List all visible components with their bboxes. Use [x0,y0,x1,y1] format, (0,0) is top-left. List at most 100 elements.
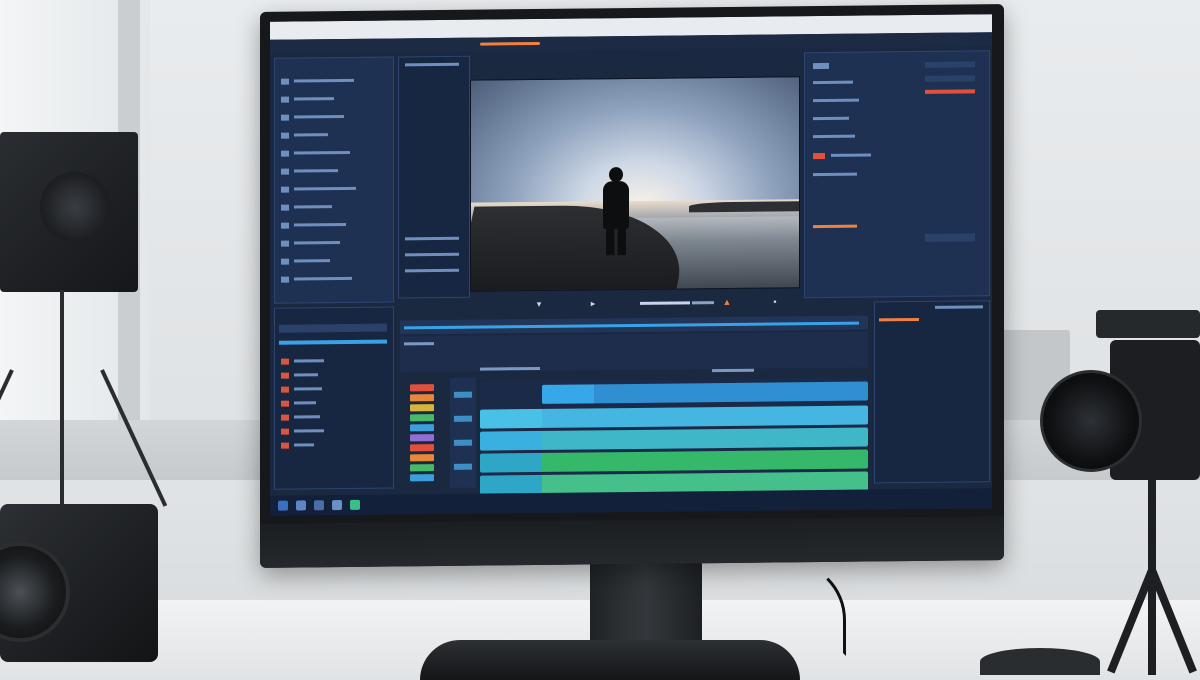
preview-far-shore [689,201,799,213]
audio-panel [874,300,990,484]
file-row[interactable] [281,112,381,123]
track-toggle[interactable] [454,439,472,446]
file-icon [281,168,289,175]
monitor: ▾ ▸ ▲ ▪ [260,4,1004,568]
timeline-toolbar [400,331,868,373]
track-toggle[interactable] [454,463,472,470]
track-color-chip [410,384,434,392]
effects-search-input[interactable] [279,323,387,333]
source-panel-header [405,62,459,67]
timeline-clips [480,377,868,495]
audio-panel-accent [879,317,919,322]
inspector-field[interactable] [925,61,975,68]
taskbar-app-icon[interactable] [296,500,306,511]
effect-icon [281,386,289,393]
timeline-playhead[interactable] [480,382,482,494]
timeline-progress [404,321,859,330]
source-item[interactable] [405,268,459,273]
source-item[interactable] [405,252,459,257]
file-row[interactable] [281,274,381,285]
track-color-chip [410,444,434,452]
effect-item[interactable] [281,426,324,436]
effect-item[interactable] [281,398,316,408]
silhouette-person [609,167,623,183]
effect-icon [281,400,289,407]
file-icon [281,78,289,85]
track-toggle[interactable] [454,391,472,398]
file-name [294,223,346,227]
track-color-chip [410,404,434,412]
inspector-color-chip[interactable] [813,152,825,160]
camera-lens [1040,370,1142,472]
file-icon [281,240,289,247]
track-color-chip [410,424,434,432]
track-color-chip [410,454,434,462]
file-row[interactable] [281,94,381,105]
project-panel [274,56,394,304]
track-header [480,366,540,371]
studio-speaker [0,132,138,292]
source-panel [398,55,470,299]
inspector-row [831,153,871,157]
export-icon[interactable]: ▪ [770,296,780,306]
track-toggle[interactable] [454,415,472,422]
effect-item[interactable] [281,384,322,394]
marker-icon[interactable]: ▾ [534,299,544,309]
track-color-chip [410,474,434,482]
inspector-field[interactable] [925,233,975,242]
effect-item[interactable] [281,440,314,450]
file-row[interactable] [281,220,381,231]
effect-item[interactable] [281,370,318,380]
effect-item[interactable] [281,412,320,422]
file-row[interactable] [281,256,381,267]
file-name [294,115,344,119]
file-row[interactable] [281,148,381,159]
file-name [294,241,340,245]
file-icon [281,132,289,139]
file-row[interactable] [281,202,381,213]
webcam-lens [0,542,70,642]
desk-webcam [0,504,158,662]
effect-item[interactable] [281,356,324,366]
inspector-accent-slider[interactable] [813,224,857,229]
file-icon [281,204,289,211]
file-row[interactable] [281,76,381,87]
silhouette-legs [606,225,626,256]
file-name [294,205,332,209]
track-color-chip [410,434,434,442]
inspector-level-bar[interactable] [925,89,975,94]
inspector-row [813,172,857,177]
file-name [294,259,330,263]
track-color-chip [410,414,434,422]
inspector-field[interactable] [925,75,975,82]
timeline-clip[interactable] [542,381,868,404]
effect-icon [281,428,289,435]
record-icon[interactable]: ▲ [722,297,732,307]
inspector-row [813,134,855,139]
timeline-clip[interactable] [480,427,868,451]
file-name [294,133,328,137]
monitor-stand-base [420,640,800,680]
source-item[interactable] [405,236,459,241]
file-row[interactable] [281,166,381,177]
video-preview[interactable] [470,76,800,292]
file-row[interactable] [281,238,381,249]
file-row[interactable] [281,184,381,195]
play-icon[interactable]: ▸ [588,298,598,308]
track-color-chip [410,464,434,472]
taskbar-app-icon[interactable] [332,500,342,511]
timeline-clip[interactable] [480,449,868,473]
file-name [294,79,354,83]
file-icon [281,150,289,157]
file-icon [281,186,289,193]
file-icon [281,96,289,103]
timeline-clip[interactable] [480,405,868,429]
file-row[interactable] [281,130,381,141]
menu-accent-bar [480,41,540,46]
taskbar-app-icon[interactable] [350,499,360,510]
inspector-row [813,80,853,85]
taskbar-app-icon[interactable] [314,500,324,511]
file-icon [281,258,289,265]
monitor-screen: ▾ ▸ ▲ ▪ [270,14,992,516]
start-icon[interactable] [278,500,288,511]
